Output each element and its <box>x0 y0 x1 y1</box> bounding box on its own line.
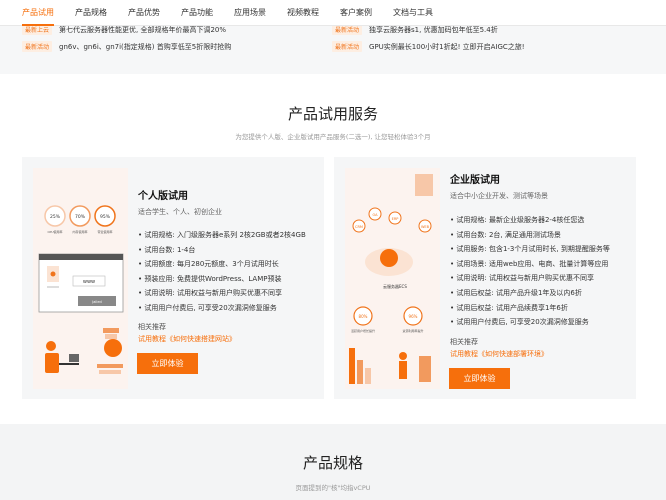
input-label: Jailed <box>91 300 102 304</box>
nav-tab-scenarios[interactable]: 应用场景 <box>234 0 266 26</box>
sub2-label: 资源利用率提升 <box>402 328 423 333</box>
nav-tab-cases[interactable]: 客户案例 <box>340 0 372 26</box>
personal-illustration-art: 25% 70% 95% CPU使用率 内存使用率 带宽使用率 www Jaile… <box>38 205 124 374</box>
stat-mem: 70% <box>75 214 86 220</box>
news-text: 第七代云服务器性能更优, 全部规格年价最高下调20% <box>59 25 227 34</box>
stat-bw: 95% <box>100 214 111 220</box>
list-item: 试用台数: 2台, 满足通用测试场景 <box>450 228 610 243</box>
news-item[interactable]: 最新活动 GPU实例最长100小时1折起! 立即开启AIGC之旅! <box>332 41 525 52</box>
nav-tab-specs[interactable]: 产品规格 <box>75 0 107 26</box>
nav-tab-features[interactable]: 产品功能 <box>181 0 213 26</box>
specs-title: 产品规格 <box>302 454 363 472</box>
nav-tab-trial[interactable]: 产品试用 <box>22 0 54 26</box>
pct2-label: 96% <box>409 314 418 319</box>
stat-label-cpu: CPU使用率 <box>47 229 62 234</box>
nav-tab-advantages[interactable]: 产品优势 <box>128 0 160 26</box>
list-item: 试用服务: 包含1-3个月试用时长, 到期提醒服务等 <box>450 242 609 257</box>
list-item: 试用后权益: 试用产品续费享1年6折 <box>450 301 610 316</box>
enterprise-rec-label: 相关推荐 <box>450 338 478 346</box>
list-item: 试用规格: 最新企业级服务器2-4核任您选 <box>450 213 610 228</box>
news-text: 独享云服务器s1, 优惠加码包年低至5.4折 <box>369 25 498 34</box>
erp-label: ERP <box>392 217 399 221</box>
nav-tab-docs[interactable]: 文档与工具 <box>393 0 433 26</box>
news-tag: 最新活动 <box>332 41 363 52</box>
list-item: 试用规格: 入门级服务器e系列 2核2GB或者2核4GB <box>138 228 305 243</box>
list-item: 试用用户付费后, 可享受20次漏洞修复服务 <box>138 301 306 316</box>
pct1-label: 80% <box>359 314 368 319</box>
section-title: 产品试用服务 <box>287 105 378 123</box>
stat-cpu: 25% <box>50 214 61 220</box>
list-item: 试用台数: 1-4台 <box>138 243 306 258</box>
specs-subtitle: 页面提到的"核"均指vCPU <box>295 484 371 492</box>
stat-label-bw: 带宽使用率 <box>97 229 112 234</box>
product-nav: 产品试用 产品规格 产品优势 产品功能 应用场景 视频教程 客户案例 文档与工具 <box>0 0 666 26</box>
section-subtitle: 为您提供个人版、企业版试用产品服务(二选一), 让您轻松体验3个月 <box>235 133 431 141</box>
personal-illustration: 25% 70% 95% CPU使用率 内存使用率 带宽使用率 www Jaile… <box>33 168 128 389</box>
enterprise-card-desc: 适合中小企业开发、测试等场景 <box>450 192 548 200</box>
news-item[interactable]: 最新活动 gn6v、gn6i、gn7i(指定规格) 首购享低至5折限时抢购 <box>22 41 231 52</box>
stat-label-mem: 内存使用率 <box>72 229 87 234</box>
www-label: www <box>83 279 95 285</box>
personal-try-button[interactable]: 立即体验 <box>137 353 198 374</box>
oa-label: OA <box>372 213 378 217</box>
list-item: 试用说明: 试用权益与新用户购买优惠不同享 <box>138 286 306 301</box>
enterprise-illustration: CRM OA ERP WEB 云服务器ECS 80% 96% 活跃用户增长提升 … <box>345 168 440 389</box>
list-item: 试用后权益: 试用产品升级1年及以内6折 <box>450 286 610 301</box>
list-item: 试用用户付费后, 可享受20次漏洞修复服务 <box>450 315 610 330</box>
enterprise-illustration-art: CRM OA ERP WEB 云服务器ECS 80% 96% 活跃用户增长提升 … <box>349 174 433 384</box>
list-item: 试用说明: 试用权益与新用户购买优惠不同享 <box>450 271 610 286</box>
list-item: 预装应用: 免费提供WordPress、LAMP预装 <box>138 272 306 287</box>
personal-card-title: 个人版试用 <box>138 191 188 202</box>
enterprise-spec-list: 试用规格: 最新企业级服务器2-4核任您选 试用台数: 2台, 满足通用测试场景… <box>450 213 610 330</box>
enterprise-tutorial-link[interactable]: 试用教程《如何快速部署环境》 <box>450 349 548 359</box>
specs-section: 产品规格 页面提到的"核"均指vCPU <box>0 424 666 500</box>
personal-spec-list: 试用规格: 入门级服务器e系列 2核2GB或者2核4GB 试用台数: 1-4台 … <box>138 228 306 316</box>
list-item: 试用额度: 每月280元额度、3个月试用时长 <box>138 257 306 272</box>
sub1-label: 活跃用户增长提升 <box>351 328 375 333</box>
news-bar: 最新上云 第七代云服务器性能更优, 全部规格年价最高下调20% 最新活动 独享云服务… <box>0 18 666 74</box>
news-tag: 最新活动 <box>22 41 53 52</box>
web-label: WEB <box>421 225 430 229</box>
personal-tutorial-link[interactable]: 试用教程《如何快速搭建网站》 <box>138 334 236 344</box>
crm-label: CRM <box>355 225 363 229</box>
list-item: 试用场景: 适用web应用、电商、批量计算等应用 <box>450 257 610 272</box>
personal-rec-label: 相关推荐 <box>138 323 166 331</box>
personal-trial-card: 25% 70% 95% CPU使用率 内存使用率 带宽使用率 www Jaile… <box>22 157 324 399</box>
news-text: gn6v、gn6i、gn7i(指定规格) 首购享低至5折限时抢购 <box>59 42 232 51</box>
enterprise-try-button[interactable]: 立即体验 <box>449 368 510 389</box>
enterprise-trial-card: CRM OA ERP WEB 云服务器ECS 80% 96% 活跃用户增长提升 … <box>334 157 636 399</box>
personal-card-desc: 适合学生、个人、初创企业 <box>138 208 222 216</box>
nav-tab-videos[interactable]: 视频教程 <box>287 0 319 26</box>
enterprise-card-title: 企业版试用 <box>450 175 500 186</box>
news-text: GPU实例最长100小时1折起! 立即开启AIGC之旅! <box>369 42 525 51</box>
ecs-label: 云服务器ECS <box>383 283 407 289</box>
